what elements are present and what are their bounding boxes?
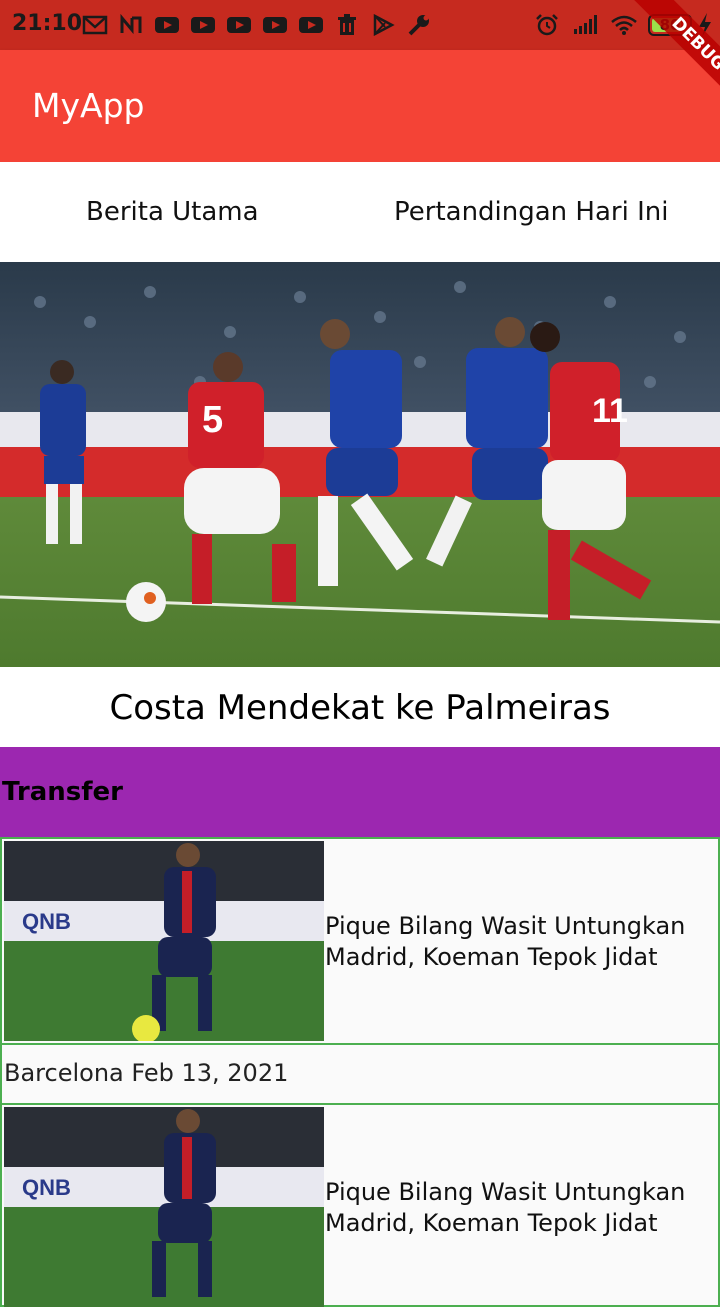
youtube-icon	[262, 14, 288, 36]
battery-level-text: 80	[659, 16, 681, 34]
wifi-icon	[610, 14, 637, 36]
system-icons	[534, 12, 637, 38]
battery-icon: 80	[648, 14, 692, 36]
youtube-icon	[226, 14, 252, 36]
app-bar: MyApp	[0, 50, 720, 162]
svg-text:11: 11	[592, 392, 628, 430]
news-thumbnail: QNB	[4, 841, 324, 1041]
news-meta-text: Barcelona Feb 13, 2021	[4, 1059, 289, 1087]
hero-image[interactable]: 5 11	[0, 262, 720, 667]
notification-icons	[82, 12, 432, 38]
news-thumbnail: QNB	[4, 1107, 324, 1307]
app-title: MyApp	[32, 86, 145, 125]
news-meta: Barcelona Feb 13, 2021	[0, 1043, 720, 1105]
tab-pertandingan-hari-ini[interactable]: Pertandingan Hari Ini	[394, 197, 668, 227]
alarm-icon	[534, 14, 560, 36]
status-bar: 21:10 80	[0, 0, 720, 50]
notification-icon	[118, 13, 144, 36]
status-time: 21:10	[12, 11, 83, 36]
hero-headline[interactable]: Costa Mendekat ke Palmeiras	[0, 667, 720, 747]
ball-icon	[126, 582, 166, 622]
play-store-icon	[370, 13, 396, 37]
section-header: Transfer	[0, 747, 720, 837]
news-title: Pique Bilang Wasit Untungkan Madrid, Koe…	[325, 1178, 686, 1237]
news-card[interactable]: QNB Pique Bilang Wasit Untungkan Madrid,…	[0, 1103, 720, 1307]
trash-icon	[334, 14, 360, 36]
news-card[interactable]: QNB Pique Bilang Wasit Untungkan Madrid,…	[0, 837, 720, 1045]
wrench-icon	[406, 14, 432, 36]
youtube-icon	[154, 14, 180, 36]
charging-icon	[697, 13, 713, 42]
section-title: Transfer	[2, 777, 123, 807]
gmail-icon	[82, 14, 108, 36]
tab-bar: Berita Utama Pertandingan Hari Ini	[0, 162, 720, 262]
svg-text:5: 5	[202, 399, 223, 441]
youtube-icon	[298, 14, 324, 36]
tab-berita-utama[interactable]: Berita Utama	[86, 197, 259, 227]
news-title: Pique Bilang Wasit Untungkan Madrid, Koe…	[325, 912, 686, 971]
signal-icon	[572, 14, 598, 36]
svg-text:QNB: QNB	[22, 909, 71, 934]
youtube-icon	[190, 14, 216, 36]
svg-text:QNB: QNB	[22, 1175, 71, 1200]
